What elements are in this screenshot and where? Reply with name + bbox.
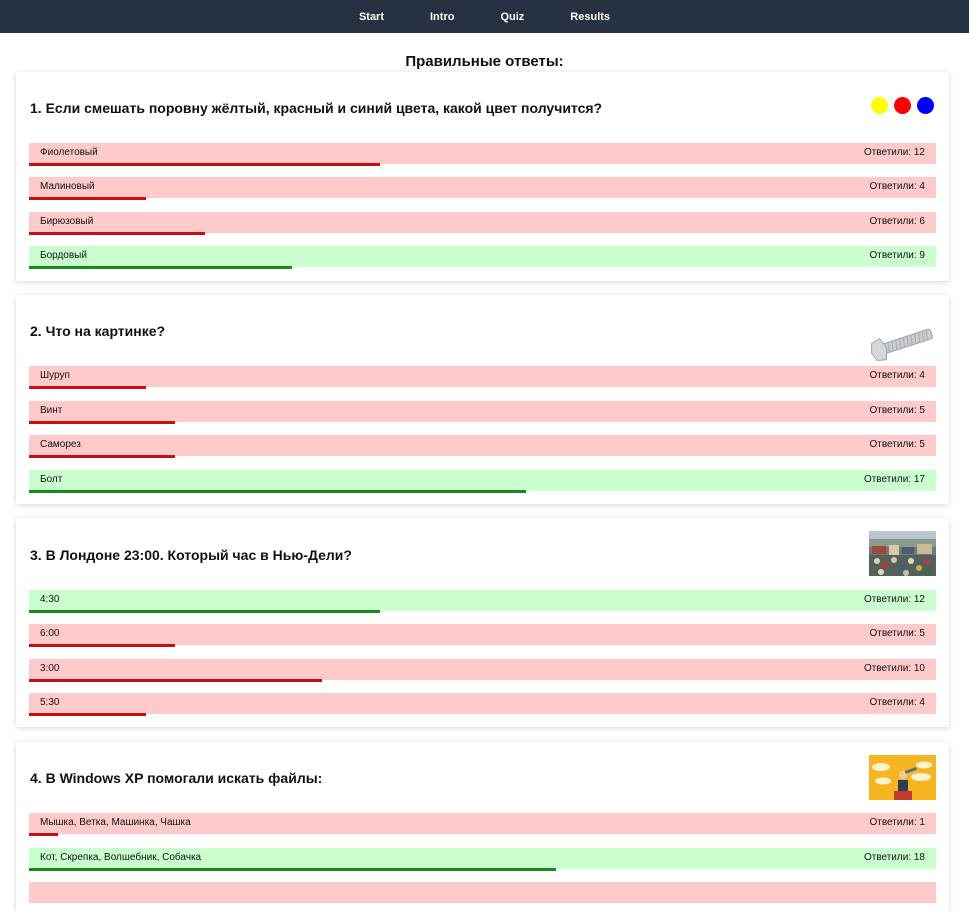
answer-label: Болт bbox=[40, 474, 63, 485]
answer-count: Ответили: 18 bbox=[863, 852, 925, 863]
answer-row: Кот, Скрепка, Волшебник, Собачка Ответил… bbox=[29, 848, 936, 871]
answer-count: Ответили: 4 bbox=[869, 370, 926, 381]
answer-count: Ответили: 5 bbox=[869, 405, 926, 416]
answer-label: 5:30 bbox=[40, 697, 60, 708]
answer-row: Винт Ответили: 5 bbox=[29, 401, 936, 424]
answer-bar bbox=[29, 644, 176, 647]
answer-bar bbox=[29, 833, 59, 836]
answer-label: Бордовый bbox=[40, 250, 87, 261]
answer-label: Саморез bbox=[40, 439, 81, 450]
page-title: Правильные ответы: bbox=[405, 53, 564, 70]
nav-intro[interactable]: Intro bbox=[407, 11, 477, 23]
blue-dot bbox=[917, 97, 934, 114]
answer-row: Мышка, Ветка, Машинка, Чашка Ответили: 1 bbox=[29, 813, 936, 836]
answer-bar bbox=[29, 197, 147, 200]
answer-bar bbox=[29, 266, 293, 269]
answer-count: Ответили: 12 bbox=[863, 594, 925, 605]
answer-count: Ответили: 4 bbox=[869, 181, 926, 192]
answer-label: Малиновый bbox=[40, 181, 95, 192]
answer-bar bbox=[29, 421, 176, 424]
answer-bar bbox=[29, 490, 527, 493]
question-card-1: 1. Если смешать поровну жёлтый, красный … bbox=[16, 72, 949, 281]
answer-bar bbox=[29, 610, 381, 613]
answer-row: Шуруп Ответили: 4 bbox=[29, 366, 936, 389]
answer-count: Ответили: 5 bbox=[869, 439, 926, 450]
answer-bar bbox=[29, 455, 176, 458]
nav-quiz[interactable]: Quiz bbox=[477, 11, 547, 23]
answer-row: Саморез Ответили: 5 bbox=[29, 435, 936, 458]
answer-label: Бирюзовый bbox=[40, 216, 94, 227]
answer-count: Ответили: 10 bbox=[863, 663, 925, 674]
answer-count: Ответили: 5 bbox=[869, 628, 926, 639]
answer-row: 3:00 Ответили: 10 bbox=[29, 659, 936, 682]
question-card-3: 3. В Лондоне 23:00. Который час в Нью-Де… bbox=[16, 518, 949, 727]
crowd-photo bbox=[869, 531, 936, 576]
spyglass-illustration bbox=[869, 755, 936, 800]
answer-row: Малиновый Ответили: 4 bbox=[29, 177, 936, 200]
answer-row: 4:30 Ответили: 12 bbox=[29, 590, 936, 613]
answer-bar bbox=[29, 713, 147, 716]
red-dot bbox=[894, 97, 911, 114]
question-card-4: 4. В Windows XP помогали искать файлы: М… bbox=[16, 742, 949, 912]
answer-bar bbox=[29, 386, 147, 389]
bolt-image bbox=[871, 328, 934, 362]
answer-label: Мышка, Ветка, Машинка, Чашка bbox=[40, 817, 191, 828]
question-text: 1. Если смешать поровну жёлтый, красный … bbox=[30, 100, 603, 116]
nav-results[interactable]: Results bbox=[547, 11, 633, 23]
answer-bar bbox=[29, 679, 322, 682]
answer-row: 5:30 Ответили: 4 bbox=[29, 693, 936, 716]
answer-count: Ответили: 17 bbox=[863, 474, 925, 485]
answer-count: Ответили: 9 bbox=[869, 250, 926, 261]
question-card-2: 2. Что на картинке? Шуруп Ответили: 4 Ви… bbox=[16, 295, 949, 504]
answer-label: Фиолетовый bbox=[40, 147, 98, 158]
answer-bar bbox=[29, 232, 205, 235]
answer-label: Шуруп bbox=[40, 370, 70, 381]
answer-label: Кот, Скрепка, Волшебник, Собачка bbox=[40, 852, 202, 863]
answer-count: Ответили: 4 bbox=[869, 697, 926, 708]
answer-count: Ответили: 6 bbox=[869, 216, 926, 227]
answer-row: Болт Ответили: 17 bbox=[29, 470, 936, 493]
answer-row: Бирюзовый Ответили: 6 bbox=[29, 212, 936, 235]
yellow-dot bbox=[871, 97, 888, 114]
answer-row-partial bbox=[29, 882, 936, 903]
question-text: 4. В Windows XP помогали искать файлы: bbox=[30, 770, 323, 786]
answer-row: Фиолетовый Ответили: 12 bbox=[29, 143, 936, 166]
answer-row: Бордовый Ответили: 9 bbox=[29, 246, 936, 269]
top-navigation: Start Intro Quiz Results bbox=[0, 0, 969, 33]
answer-count: Ответили: 12 bbox=[863, 147, 925, 158]
answer-label: 3:00 bbox=[40, 663, 60, 674]
answer-row: 6:00 Ответили: 5 bbox=[29, 624, 936, 647]
answer-count: Ответили: 1 bbox=[869, 817, 926, 828]
answer-label: 4:30 bbox=[40, 594, 60, 605]
color-dots-image bbox=[871, 97, 934, 114]
nav-start[interactable]: Start bbox=[336, 11, 407, 23]
answer-bar bbox=[29, 163, 381, 166]
question-text: 2. Что на картинке? bbox=[30, 323, 166, 339]
answer-bar bbox=[29, 868, 556, 871]
answer-label: Винт bbox=[40, 405, 63, 416]
answer-label: 6:00 bbox=[40, 628, 60, 639]
question-text: 3. В Лондоне 23:00. Который час в Нью-Де… bbox=[30, 547, 352, 563]
